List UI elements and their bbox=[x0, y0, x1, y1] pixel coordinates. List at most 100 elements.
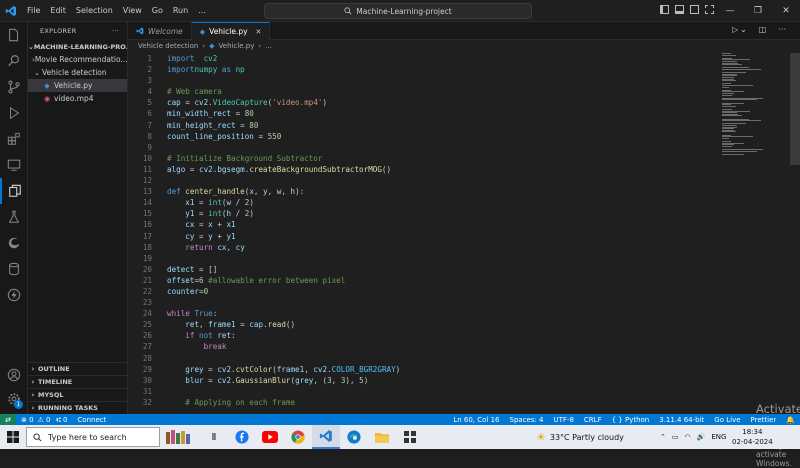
code-line[interactable]: 13 def center_handle(x, y, w, h): bbox=[128, 186, 718, 197]
vertical-scrollbar[interactable] bbox=[790, 53, 800, 165]
menu-view[interactable]: View bbox=[118, 0, 147, 22]
breadcrumb-symbol[interactable]: ... bbox=[265, 42, 272, 50]
go-live-button[interactable]: Go Live bbox=[709, 416, 745, 424]
split-editor-icon[interactable]: ◫ bbox=[759, 25, 767, 34]
edge-devtools-icon[interactable] bbox=[0, 230, 28, 256]
taskbar-search-box[interactable]: Type here to search bbox=[26, 427, 160, 447]
system-clock[interactable]: 18:34 02-04-2024 bbox=[732, 427, 773, 447]
code-line[interactable]: 31 bbox=[128, 386, 718, 397]
menu-selection[interactable]: Selection bbox=[71, 0, 118, 22]
language-mode[interactable]: { } Python bbox=[607, 416, 655, 424]
source-control-icon[interactable] bbox=[0, 74, 28, 100]
weather-widget[interactable]: ☀ 33°C Partly cloudy bbox=[536, 425, 624, 449]
code-line[interactable]: 25 ret, frame1 = cap.read() bbox=[128, 319, 718, 330]
vscode-taskbar-icon[interactable] bbox=[312, 425, 340, 449]
menu-edit[interactable]: Edit bbox=[45, 0, 71, 22]
code-line[interactable]: 8 count_line_position = 550 bbox=[128, 131, 718, 142]
remote-explorer-icon[interactable] bbox=[0, 152, 28, 178]
code-line[interactable]: 26 if not ret: bbox=[128, 330, 718, 341]
thunder-client-icon[interactable] bbox=[0, 282, 28, 308]
code-line[interactable]: 2 importnumpy as np bbox=[128, 64, 718, 75]
code-line[interactable]: 27 break bbox=[128, 341, 718, 352]
code-line[interactable]: 30 blur = cv2.GaussianBlur(grey, (3, 3),… bbox=[128, 375, 718, 386]
volume-icon[interactable]: 🔊 bbox=[697, 433, 706, 441]
code-line[interactable]: 18 return cx, cy bbox=[128, 242, 718, 253]
restore-icon[interactable]: ❐ bbox=[744, 0, 772, 22]
connect-button[interactable]: Connect bbox=[72, 416, 111, 424]
minimize-icon[interactable]: — bbox=[716, 0, 744, 22]
line-ending[interactable]: CRLF bbox=[579, 416, 607, 424]
chrome-icon[interactable] bbox=[284, 425, 312, 449]
menu-run[interactable]: Run bbox=[168, 0, 193, 22]
remote-indicator-icon[interactable]: ⇄ bbox=[0, 414, 16, 425]
minimap[interactable] bbox=[722, 53, 788, 163]
code-line[interactable]: 14 x1 = int(w / 2) bbox=[128, 197, 718, 208]
run-dropdown-chevron-icon[interactable]: ⌄ bbox=[740, 25, 747, 34]
news-widget-icon[interactable] bbox=[160, 425, 200, 449]
timeline-section[interactable]: › TIMELINE bbox=[28, 375, 128, 388]
file-explorer-icon[interactable] bbox=[368, 425, 396, 449]
run-debug-icon[interactable] bbox=[0, 100, 28, 126]
task-view-icon[interactable]: Ⅱ bbox=[200, 425, 228, 449]
tree-item-movie-recommendation[interactable]: › Movie Recommendatio... bbox=[28, 53, 127, 66]
code-line[interactable]: 24 while True: bbox=[128, 308, 718, 319]
code-editor[interactable]: 1 import cv2 2 importnumpy as np 3 4 # Web cam… bbox=[128, 53, 718, 414]
chevron-up-icon[interactable]: ⌃ bbox=[660, 433, 666, 441]
workspace-root[interactable]: ⌄ MACHINE-LEARNING-PRO... bbox=[28, 40, 127, 53]
running-tasks-section[interactable]: › RUNNING TASKS bbox=[28, 401, 128, 414]
search-sidebar-icon[interactable] bbox=[0, 48, 28, 74]
ports-count[interactable]: ⑆ 0 bbox=[52, 416, 73, 424]
code-line[interactable]: 17 cy = y + y1 bbox=[128, 231, 718, 242]
code-line[interactable]: 11 algo = cv2.bgsegm.createBackgroundSubt… bbox=[128, 164, 718, 175]
code-line[interactable]: 1 import cv2 bbox=[128, 53, 718, 64]
code-line[interactable]: 16 cx = x + x1 bbox=[128, 219, 718, 230]
battery-icon[interactable]: ▭ bbox=[672, 433, 679, 441]
extensions-icon[interactable] bbox=[0, 126, 28, 152]
menu-file[interactable]: File bbox=[22, 0, 45, 22]
code-line[interactable]: 28 bbox=[128, 353, 718, 364]
code-line[interactable]: 21 offset=6 #allowable error between pixe… bbox=[128, 275, 718, 286]
youtube-icon[interactable] bbox=[256, 425, 284, 449]
code-line[interactable]: 20 detect = [] bbox=[128, 264, 718, 275]
code-line[interactable]: 7 min_height_rect = 80 bbox=[128, 120, 718, 131]
encoding[interactable]: UTF-8 bbox=[549, 416, 579, 424]
code-line[interactable]: 15 y1 = int(h / 2) bbox=[128, 208, 718, 219]
code-line[interactable]: 32 # Applying on each frame bbox=[128, 397, 718, 408]
explorer-more-icon[interactable]: ··· bbox=[112, 27, 119, 35]
toggle-secondary-sidebar-icon[interactable] bbox=[690, 5, 699, 14]
breadcrumb-folder[interactable]: Vehicle detection bbox=[138, 42, 198, 50]
tree-item-vehicle-py[interactable]: ◆ Vehicle.py bbox=[28, 79, 127, 92]
close-icon[interactable]: ✕ bbox=[772, 0, 800, 22]
code-line[interactable]: 12 bbox=[128, 175, 718, 186]
cursor-position[interactable]: Ln 60, Col 16 bbox=[448, 416, 504, 424]
python-interpreter[interactable]: 3.11.4 64-bit bbox=[654, 416, 709, 424]
notifications-bell-icon[interactable]: 🔔 bbox=[781, 416, 800, 424]
more-actions-icon[interactable]: ··· bbox=[778, 25, 786, 34]
mysql-section[interactable]: › MYSQL bbox=[28, 388, 128, 401]
wifi-icon[interactable]: ◠ bbox=[685, 433, 691, 441]
menu-more[interactable]: ... bbox=[193, 0, 211, 22]
code-line[interactable]: 19 bbox=[128, 253, 718, 264]
tree-item-vehicle-detection[interactable]: ⌄ Vehicle detection bbox=[28, 66, 127, 79]
close-tab-icon[interactable]: ✕ bbox=[256, 28, 262, 36]
active-view-icon[interactable] bbox=[0, 178, 28, 204]
code-line[interactable]: 5 cap = cv2.VideoCapture('video.mp4') bbox=[128, 97, 718, 108]
facebook-icon[interactable] bbox=[228, 425, 256, 449]
code-line[interactable]: 9 bbox=[128, 142, 718, 153]
customize-layout-icon[interactable] bbox=[705, 5, 714, 14]
manage-gear-icon[interactable]: 1 bbox=[0, 386, 28, 412]
code-line[interactable]: 29 grey = cv2.cvtColor(frame1, cv2.COLOR… bbox=[128, 364, 718, 375]
tab-vehicle-py[interactable]: ◆ Vehicle.py ✕ bbox=[191, 22, 271, 40]
toggle-panel-icon[interactable] bbox=[675, 5, 684, 14]
indentation[interactable]: Spaces: 4 bbox=[505, 416, 549, 424]
code-line[interactable]: 23 bbox=[128, 297, 718, 308]
language-indicator[interactable]: ENG bbox=[711, 433, 726, 441]
windows-start-icon[interactable] bbox=[0, 425, 26, 449]
toggle-sidebar-icon[interactable] bbox=[660, 5, 669, 14]
code-line[interactable]: 22 counter=0 bbox=[128, 286, 718, 297]
tab-welcome[interactable]: Welcome bbox=[128, 22, 192, 40]
run-python-file-icon[interactable]: ▷ bbox=[732, 25, 738, 34]
code-line[interactable]: 6 min_width_rect = 80 bbox=[128, 108, 718, 119]
outline-section[interactable]: › OUTLINE bbox=[28, 362, 128, 375]
testing-flask-icon[interactable] bbox=[0, 204, 28, 230]
